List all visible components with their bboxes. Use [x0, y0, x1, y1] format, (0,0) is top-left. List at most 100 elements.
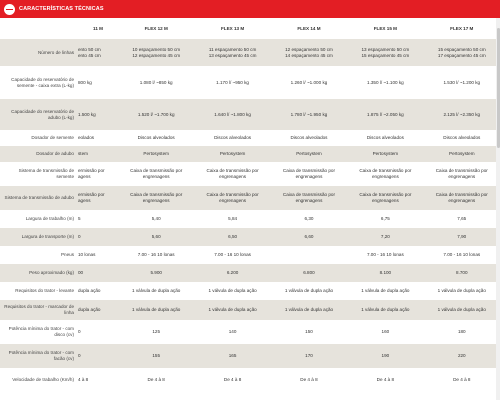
cell-line: 5,40 — [151, 216, 161, 222]
table-row: Peso aproximado (kg) 00 5.900 6.200 6.800 8.1… — [0, 264, 500, 282]
cell-line: 190 — [381, 353, 390, 359]
table-cell: 1.520 l/ ~1.700 kg — [118, 99, 195, 130]
table-cell: 160 — [347, 320, 424, 344]
cell-line: engrenagens — [448, 198, 476, 203]
table-cell: 1 válvula de dupla ação — [118, 282, 195, 300]
table-row: Largura de trabalho (m) 5 5,40 5,84 6,30 6,75… — [0, 210, 500, 228]
column-header: FLEX 15 M — [347, 18, 424, 39]
cell-line: engrenagens — [219, 198, 246, 203]
cell-line: 15 espaçamento 45 cm — [361, 52, 410, 58]
row-label: Pneus — [0, 246, 78, 264]
cell-line: 1 válvula de dupla ação — [284, 307, 334, 313]
cell-line: 7.00 - 16 10 lonas — [443, 252, 481, 258]
table-cell: Caixa de transmissão por engrenagens — [118, 186, 195, 210]
table-cell: 12 espaçamento 50 cm 14 espaçamento 45 cm — [270, 39, 348, 66]
cell-line: 1.530 l/ ~1.200 kg — [443, 79, 481, 85]
cell-line: 2.125 l/ ~2.350 kg — [443, 111, 481, 117]
cell-line: 00 — [78, 270, 84, 276]
table-cell: 1 válvula de dupla ação — [423, 282, 500, 300]
row-label: Capacidade do reservatório de semente - … — [0, 66, 78, 99]
header-empty-cell — [0, 18, 78, 39]
row-label: Dosador de adubo — [0, 146, 78, 162]
table-cell: 1.875 l/ ~2.050 kg — [347, 99, 424, 130]
table-cell: Caixa de transmissão por engrenagens — [347, 186, 424, 210]
cell-line: 5 — [78, 216, 81, 222]
table-row: Largura de transporte (m) 0 5,60 6,50 6,60 7,… — [0, 228, 500, 246]
table-cell: 7,90 — [423, 228, 500, 246]
table-cell: Pertosystem — [347, 146, 424, 162]
table-cell: 5,60 — [118, 228, 195, 246]
table-cell: 1.080 l/ ~850 kg — [118, 66, 195, 99]
cell-line: 7.00 - 16 10 lonas — [366, 252, 404, 258]
cell-line: engrenagens — [295, 174, 323, 179]
vertical-scrollbar[interactable] — [496, 18, 500, 400]
cell-line: 1 válvula de dupla ação — [208, 288, 257, 294]
column-header: FLEX 14 M — [270, 18, 348, 39]
table-cell: Caixa de transmissão por engrenagens — [194, 186, 271, 210]
table-cell: Caixa de transmissão por engrenagens — [270, 162, 348, 186]
table-cell: 4 à 8 — [78, 368, 118, 392]
cell-line: 17 espaçamento 45 cm — [437, 52, 486, 58]
table-cell: 5.900 — [118, 264, 195, 282]
table-cell: 5,84 — [194, 210, 271, 228]
cell-line: engrenagens — [219, 174, 246, 179]
table-row: Velocidade de trabalho (Km/h) 4 à 8 De 4 à… — [0, 368, 500, 392]
table-row: Pneus 10 lonas 7.00 - 16 10 lonas 7.00 - 16… — [0, 246, 500, 264]
table-cell: 7.00 - 16 10 lonas — [347, 246, 424, 264]
table-cell: 1 válvula de dupla ação — [194, 300, 271, 320]
minus-circle-icon[interactable] — [4, 3, 15, 15]
table-cell: 6.800 — [270, 264, 348, 282]
cell-line: 6,50 — [228, 234, 238, 240]
cell-line: engrenagens — [448, 174, 476, 179]
table-cell: 2.125 l/ ~2.350 kg — [423, 99, 500, 130]
cell-line: 1.260 l/ ~1.000 kg — [290, 79, 328, 85]
table-cell: 125 — [118, 320, 195, 344]
cell-line: 1 válvula de dupla ação — [361, 307, 410, 313]
cell-line: 1.875 l/ ~2.050 kg — [367, 111, 404, 117]
row-label: Número de linhas — [0, 39, 78, 66]
table-cell: Pertosystem — [194, 146, 271, 162]
cell-line: Pertosystem — [372, 151, 399, 157]
table-cell: De 4 à 8 — [118, 368, 195, 392]
row-label: Capacidade do reservatório de adubo (L-k… — [0, 99, 78, 130]
specs-table-body: Número de linhas ento 50 cm ento 45 cm 10 e… — [0, 39, 500, 392]
cell-line: 10 lonas — [78, 252, 96, 258]
table-cell: De 4 à 8 — [194, 368, 271, 392]
table-cell: De 4 à 8 — [347, 368, 424, 392]
section-header[interactable]: CARACTERÍSTICAS TÉCNICAS — [0, 0, 500, 18]
table-cell: 13 espaçamento 50 cm 15 espaçamento 45 cm — [347, 39, 424, 66]
cell-line: De 4 à 8 — [147, 377, 165, 383]
column-header: FLEX 12 M — [118, 18, 195, 39]
table-cell: 190 — [347, 344, 424, 368]
cell-line: 12 espaçamento 45 cm — [132, 52, 181, 58]
table-cell: ermissão por agens — [78, 162, 118, 186]
table-cell: 7.00 - 16 10 lonas — [194, 246, 271, 264]
cell-line: 1 válvula de dupla ação — [132, 288, 181, 294]
table-cell: 7.00 - 16 10 lonas — [423, 246, 500, 264]
cell-line: engrenagens — [371, 174, 399, 179]
table-cell: De 4 à 8 — [270, 368, 348, 392]
cell-line: 7,90 — [457, 234, 467, 240]
row-label: Velocidade de trabalho (Km/h) — [0, 368, 78, 392]
table-cell: 1 válvula de dupla ação — [347, 300, 424, 320]
cell-line: 1 válvula de dupla ação — [284, 288, 334, 294]
cell-line: ento 45 cm — [78, 52, 101, 58]
table-row: Potência mínima do trator - com facão (c… — [0, 344, 500, 368]
cell-line: 1.350 l/ ~1.100 kg — [367, 79, 404, 85]
table-row: Número de linhas ento 50 cm ento 45 cm 10 e… — [0, 39, 500, 66]
table-cell: Pertosystem — [270, 146, 348, 162]
cell-line: 160 — [381, 329, 390, 335]
scrollbar-thumb[interactable] — [496, 28, 500, 148]
table-cell: 0 — [78, 320, 118, 344]
row-label: Sistema de transmissão de adubo — [0, 186, 78, 210]
cell-line: 1.640 l/ ~1.800 kg — [214, 111, 251, 117]
row-label: Largura de transporte (m) — [0, 228, 78, 246]
table-cell: 6,30 — [270, 210, 348, 228]
row-label: Sistema de transmissão de semente — [0, 162, 78, 186]
table-cell: dupla ação — [78, 282, 118, 300]
table-cell: 220 — [423, 344, 500, 368]
table-cell: dupla ação — [78, 300, 118, 320]
table-cell: 140 — [194, 320, 271, 344]
column-header: 11 M — [78, 18, 118, 39]
table-cell: 7,65 — [423, 210, 500, 228]
